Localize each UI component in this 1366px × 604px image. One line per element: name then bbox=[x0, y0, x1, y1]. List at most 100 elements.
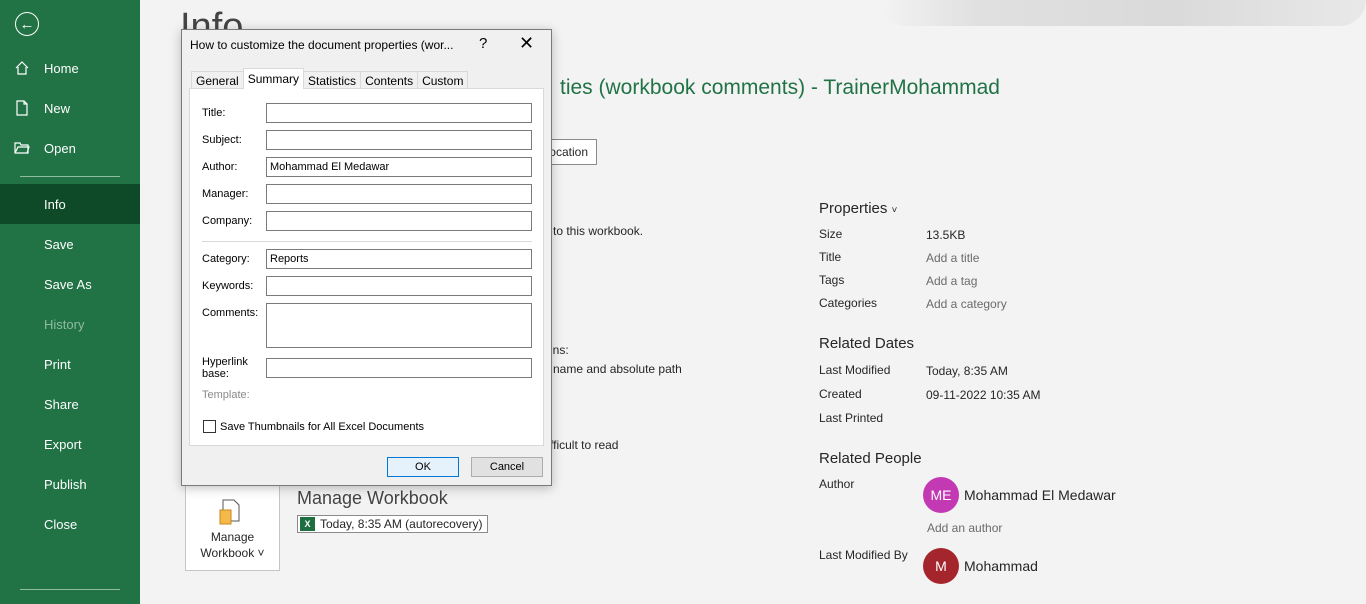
keywords-field[interactable] bbox=[266, 276, 532, 296]
info-text-fragment: to this workbook. bbox=[553, 224, 644, 238]
hyperlink-base-field[interactable] bbox=[266, 358, 532, 378]
backstage-nav: ← Home New Open Info Save Save As Histor… bbox=[0, 0, 140, 604]
author-label: Author bbox=[819, 477, 855, 491]
company-field[interactable] bbox=[266, 211, 532, 231]
properties-heading: Properties bbox=[819, 200, 888, 217]
nav-item-label: Open bbox=[44, 140, 76, 156]
tab-contents[interactable]: Contents bbox=[360, 71, 419, 89]
add-author-field[interactable]: Add an author bbox=[927, 521, 1002, 535]
last-modified-value: Today, 8:35 AM bbox=[926, 364, 1008, 378]
related-people-heading: Related People bbox=[819, 450, 922, 467]
group-divider bbox=[202, 241, 532, 242]
home-icon bbox=[0, 60, 44, 76]
info-text-fragment: ins: bbox=[550, 343, 569, 357]
manage-workbook-button[interactable]: Manage Workbook ˅ bbox=[185, 484, 280, 571]
folder-open-icon bbox=[0, 140, 44, 156]
dialog-title: How to customize the document properties… bbox=[190, 38, 454, 52]
author-field[interactable] bbox=[266, 157, 532, 177]
add-category-field[interactable]: Add a category bbox=[926, 297, 1007, 311]
nav-item-label: Save As bbox=[44, 276, 92, 292]
properties-dropdown[interactable]: Properties ˅ bbox=[819, 200, 897, 217]
manage-workbook-label: Manage Workbook ˅ bbox=[186, 529, 279, 561]
info-text-fragment: fficult to read bbox=[550, 438, 619, 452]
nav-divider bbox=[20, 589, 120, 590]
help-icon[interactable]: ? bbox=[479, 35, 487, 52]
nav-item-print[interactable]: Print bbox=[0, 344, 140, 384]
tab-statistics[interactable]: Statistics bbox=[303, 71, 362, 89]
hyperlink-base-label: Hyperlink base: bbox=[202, 356, 248, 380]
autorecovery-version-item[interactable]: X Today, 8:35 AM (autorecovery) bbox=[297, 515, 488, 533]
add-title-field[interactable]: Add a title bbox=[926, 251, 979, 265]
close-icon[interactable]: ✕ bbox=[519, 33, 534, 54]
nav-item-label: Info bbox=[44, 196, 66, 212]
property-label: Size bbox=[819, 227, 843, 241]
cancel-button[interactable]: Cancel bbox=[471, 457, 543, 477]
nav-item-info[interactable]: Info bbox=[0, 184, 140, 224]
avatar-initials: M bbox=[935, 558, 947, 574]
category-field[interactable] bbox=[266, 249, 532, 269]
ok-button[interactable]: OK bbox=[387, 457, 459, 477]
comments-label: Comments: bbox=[202, 307, 259, 319]
title-label: Title: bbox=[202, 107, 226, 119]
subject-field[interactable] bbox=[266, 130, 532, 150]
comments-field[interactable] bbox=[266, 303, 532, 348]
add-tag-field[interactable]: Add a tag bbox=[926, 274, 977, 288]
nav-item-open[interactable]: Open bbox=[0, 128, 140, 168]
author-name[interactable]: Mohammad El Medawar bbox=[964, 487, 1116, 503]
nav-item-home[interactable]: Home bbox=[0, 48, 140, 88]
modifier-name[interactable]: Mohammad bbox=[964, 558, 1038, 574]
author-label: Author: bbox=[202, 161, 238, 173]
modifier-avatar[interactable]: M bbox=[923, 548, 959, 584]
company-label: Company: bbox=[202, 215, 253, 227]
avatar-initials: ME bbox=[930, 487, 952, 503]
nav-item-save[interactable]: Save bbox=[0, 224, 140, 264]
date-label: Last Modified bbox=[819, 363, 891, 377]
save-thumbnails-option[interactable]: Save Thumbnails for All Excel Documents bbox=[203, 420, 424, 433]
tab-general[interactable]: General bbox=[191, 71, 244, 89]
tab-summary[interactable]: Summary bbox=[242, 68, 305, 89]
category-label: Category: bbox=[202, 253, 250, 265]
nav-item-label: Save bbox=[44, 236, 74, 252]
manage-workbook-title: Manage Workbook bbox=[297, 488, 448, 508]
dialog-tabs: General Summary Statistics Contents Cust… bbox=[191, 68, 469, 89]
nav-item-publish[interactable]: Publish bbox=[0, 464, 140, 504]
summary-panel: Title: Subject: Author: Manager: Company… bbox=[189, 88, 544, 446]
manager-field[interactable] bbox=[266, 184, 532, 204]
nav-item-close[interactable]: Close bbox=[0, 504, 140, 544]
manage-label-line: Manage bbox=[210, 530, 255, 544]
template-label: Template: bbox=[202, 389, 250, 401]
nav-item-label: Publish bbox=[44, 476, 87, 492]
nav-item-label: Export bbox=[44, 436, 82, 452]
nav-item-label: Home bbox=[44, 60, 79, 76]
related-dates-heading: Related Dates bbox=[819, 335, 915, 352]
nav-item-share[interactable]: Share bbox=[0, 384, 140, 424]
property-label: Title bbox=[819, 250, 842, 264]
save-thumbnails-checkbox[interactable] bbox=[203, 420, 216, 433]
nav-item-label: Print bbox=[44, 356, 71, 372]
back-arrow-icon[interactable]: ← bbox=[15, 12, 39, 36]
decorative-banner bbox=[880, 0, 1366, 26]
nav-item-new[interactable]: New bbox=[0, 88, 140, 128]
nav-item-label: History bbox=[44, 316, 85, 332]
author-avatar[interactable]: ME bbox=[923, 477, 959, 513]
tab-custom[interactable]: Custom bbox=[417, 71, 469, 89]
nav-item-save-as[interactable]: Save As bbox=[0, 264, 140, 304]
autorecovery-label: Today, 8:35 AM (autorecovery) bbox=[320, 517, 483, 531]
manage-label-line: Workbook ˅ bbox=[200, 546, 265, 560]
info-text-fragment: name and absolute path bbox=[553, 362, 682, 376]
nav-divider bbox=[20, 176, 120, 177]
manage-workbook-icon bbox=[219, 499, 240, 525]
excel-file-icon: X bbox=[300, 517, 315, 531]
date-label: Last Printed bbox=[819, 411, 884, 425]
nav-item-label: Share bbox=[44, 396, 79, 412]
hyperlink-label-line: base: bbox=[202, 368, 229, 380]
save-thumbnails-label: Save Thumbnails for All Excel Documents bbox=[220, 420, 424, 433]
last-modified-by-label: Last Modified By bbox=[819, 548, 908, 562]
property-value-size: 13.5KB bbox=[926, 228, 966, 242]
hyperlink-label-line: Hyperlink bbox=[202, 356, 248, 368]
subject-label: Subject: bbox=[202, 134, 242, 146]
nav-item-export[interactable]: Export bbox=[0, 424, 140, 464]
chevron-down-icon: ˅ bbox=[891, 205, 898, 216]
properties-dialog: How to customize the document properties… bbox=[181, 29, 552, 486]
title-field[interactable] bbox=[266, 103, 532, 123]
